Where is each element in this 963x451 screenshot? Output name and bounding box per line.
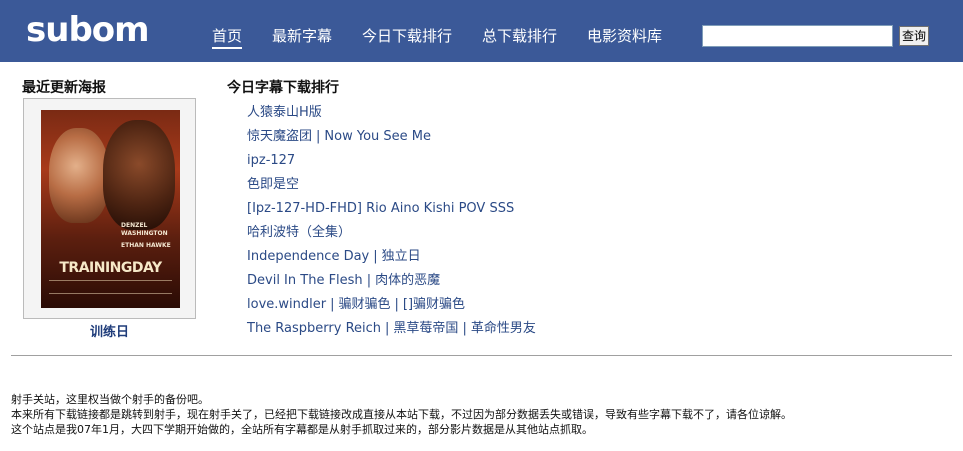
- site-logo[interactable]: subom: [26, 10, 150, 50]
- nav-latest-subtitles[interactable]: 最新字幕: [272, 26, 332, 46]
- subtitle-title-link[interactable]: 色即是空: [247, 177, 299, 192]
- subtitle-title-link[interactable]: 独立日: [382, 249, 421, 264]
- ranking-list-item: 色即是空: [247, 175, 536, 199]
- notice-line: 这个站点是我07年1月，大四下学期开始做的，全站所有字幕都是从射手抓取过来的，部…: [11, 423, 593, 436]
- ranking-list-item: [Ipz-127-HD-FHD] Rio Aino Kishi POV SSS: [247, 199, 536, 223]
- poster-face-left: [49, 128, 109, 223]
- subtitle-title-link[interactable]: The Raspberry Reich: [247, 321, 381, 336]
- ranking-list-item: love.windler | 骗财骗色 | []骗财骗色: [247, 295, 536, 319]
- ranking-list: 人猿泰山H版 惊天魔盗团 | Now You See Me ipz-127 色即是空 [Ip…: [247, 103, 536, 343]
- search-input[interactable]: [702, 25, 893, 47]
- ranking-list-item: Devil In The Flesh | 肉体的恶魔: [247, 271, 536, 295]
- subtitle-title-link[interactable]: Now You See Me: [324, 129, 431, 144]
- subtitle-title-link[interactable]: 肉体的恶魔: [375, 273, 440, 288]
- poster-credits: DENZEL WASHINGTON ETHAN HAWKE: [121, 222, 171, 249]
- search-button[interactable]: 查询: [899, 26, 929, 46]
- subtitle-title-link[interactable]: 人猿泰山H版: [247, 105, 322, 120]
- nav-total-ranking[interactable]: 总下载排行: [482, 26, 557, 46]
- nav-home[interactable]: 首页: [212, 26, 243, 49]
- poster-section-title: 最近更新海报: [22, 80, 106, 96]
- ranking-list-item: 哈利波特（全集）: [247, 223, 536, 247]
- ranking-list-item: Independence Day | 独立日: [247, 247, 536, 271]
- notice-line: 射手关站，这里权当做个射手的备份吧。: [11, 393, 209, 406]
- title-separator: |: [330, 297, 335, 312]
- nav-today-ranking[interactable]: 今日下载排行: [362, 26, 452, 46]
- subtitle-title-link[interactable]: [Ipz-127-HD-FHD] Rio Aino Kishi POV SSS: [247, 201, 514, 216]
- poster-title-text: TRAININGDAY: [59, 260, 162, 276]
- poster-frame[interactable]: DENZEL WASHINGTON ETHAN HAWKE TRAININGDA…: [23, 98, 196, 319]
- subtitle-title-link[interactable]: 哈利波特（全集）: [247, 225, 351, 240]
- subtitle-title-link[interactable]: Independence Day: [247, 249, 369, 264]
- poster-caption-link[interactable]: 训练日: [23, 321, 196, 340]
- subtitle-title-link[interactable]: []骗财骗色: [403, 297, 465, 312]
- poster-face-right: [103, 120, 175, 230]
- title-separator: |: [373, 249, 378, 264]
- nav-movie-database[interactable]: 电影资料库: [587, 26, 662, 46]
- subtitle-title-link[interactable]: 惊天魔盗团: [247, 129, 312, 144]
- title-separator: |: [316, 129, 321, 144]
- content-divider: [11, 355, 952, 356]
- title-separator: |: [394, 297, 399, 312]
- ranking-list-item: The Raspberry Reich | 黑草莓帝国 | 革命性男友: [247, 319, 536, 343]
- subtitle-title-link[interactable]: love.windler: [247, 297, 326, 312]
- subtitle-title-link[interactable]: 革命性男友: [471, 321, 536, 336]
- notice-line: 本来所有下载链接都是跳转到射手，现在射手关了，已经把下载链接改成直接从本站下载，…: [11, 408, 792, 421]
- ranking-list-item: ipz-127: [247, 151, 536, 175]
- subtitle-title-link[interactable]: ipz-127: [247, 153, 295, 168]
- title-separator: |: [385, 321, 390, 336]
- title-separator: |: [462, 321, 467, 336]
- title-separator: |: [366, 273, 372, 288]
- poster-tagline: [49, 280, 172, 294]
- ranking-section-title: 今日字幕下载排行: [227, 80, 339, 96]
- top-navigation-bar: subom 首页 最新字幕 今日下载排行 总下载排行 电影资料库 查询: [0, 0, 963, 62]
- subtitle-title-link[interactable]: 黑草莓帝国: [393, 321, 458, 336]
- ranking-list-item: 人猿泰山H版: [247, 103, 536, 127]
- subtitle-title-link[interactable]: 骗财骗色: [338, 297, 390, 312]
- movie-poster-image[interactable]: DENZEL WASHINGTON ETHAN HAWKE TRAININGDA…: [41, 110, 180, 308]
- site-notice: 射手关站，这里权当做个射手的备份吧。 本来所有下载链接都是跳转到射手，现在射手关…: [11, 392, 792, 437]
- ranking-list-item: 惊天魔盗团 | Now You See Me: [247, 127, 536, 151]
- subtitle-title-link[interactable]: Devil In The Flesh: [247, 273, 363, 288]
